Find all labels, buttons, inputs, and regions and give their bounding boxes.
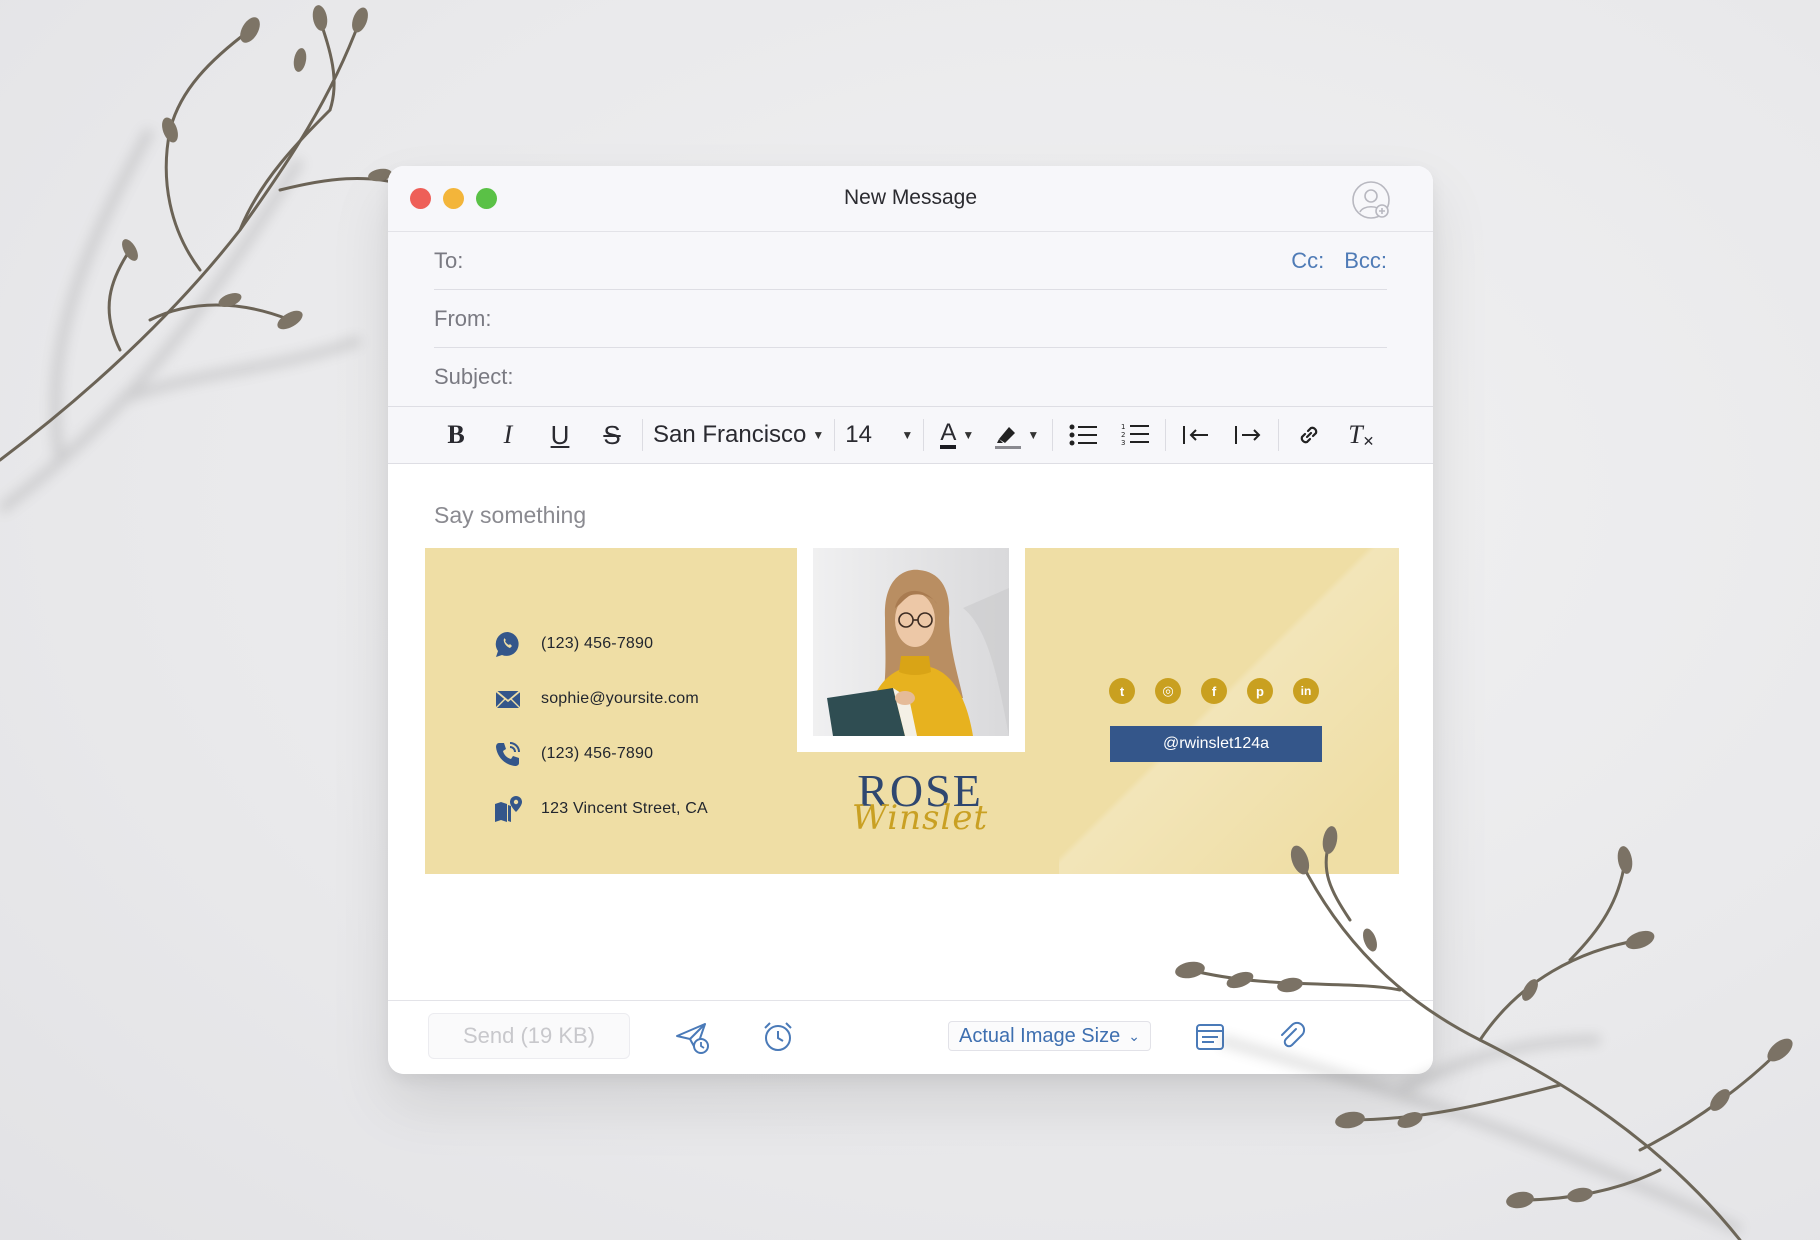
toolbar-separator (1165, 419, 1167, 451)
template-icon[interactable] (1192, 1019, 1228, 1055)
toolbar-separator (1278, 419, 1280, 451)
contact-phone: (123) 456-7890 (493, 726, 708, 781)
indent-icon[interactable] (1222, 415, 1274, 455)
contact-address: 123 Vincent Street, CA (493, 781, 708, 836)
social-handle-badge[interactable]: @rwinslet124a (1110, 726, 1322, 762)
strikethrough-icon[interactable]: S (586, 415, 638, 455)
body-placeholder: Say something (434, 502, 587, 528)
contact-text: (123) 456-7890 (541, 744, 654, 762)
svg-text:2: 2 (1121, 431, 1125, 439)
bcc-button[interactable]: Bcc: (1344, 248, 1387, 274)
signature-sheen (1059, 548, 1399, 874)
person-reading-illustration (813, 548, 1009, 736)
text-color-glyph: A (940, 421, 957, 449)
highlighter-glyph (995, 427, 1022, 449)
italic-icon[interactable]: I (482, 415, 534, 455)
mail-icon (495, 689, 521, 708)
title-bar: New Message (388, 166, 1433, 232)
signature-contacts: (123) 456-7890 sophie@yoursite.com (123)… (493, 616, 708, 836)
clear-format-glyph: T (1348, 420, 1363, 449)
svg-text:1: 1 (1121, 423, 1125, 431)
subject-label: Subject: (434, 364, 514, 389)
bold-icon[interactable]: B (430, 415, 482, 455)
last-name: Winslet (851, 798, 989, 838)
twitter-icon[interactable]: t (1109, 678, 1135, 704)
facebook-icon[interactable]: f (1201, 678, 1227, 704)
font-family-select[interactable]: San Francisco ▼ (647, 415, 830, 455)
instagram-icon[interactable]: ◎ (1155, 678, 1181, 704)
toolbar-separator (834, 419, 836, 451)
outdent-icon[interactable] (1170, 415, 1222, 455)
underline-icon[interactable]: U (534, 415, 586, 455)
toolbar-separator (642, 419, 643, 451)
message-headers: To: Cc: Bcc: From: Subject: (388, 232, 1433, 406)
attachment-icon[interactable] (1274, 1019, 1310, 1055)
bottom-action-bar: Send (19 KB) Actual Image Size ⌄ (388, 1000, 1433, 1074)
contact-whatsapp: (123) 456-7890 (493, 616, 708, 671)
whatsapp-icon (495, 631, 519, 657)
branch-shadow-left (0, 127, 362, 514)
to-label: To: (434, 247, 464, 273)
from-label: From: (434, 305, 492, 331)
subject-row[interactable]: Subject: (434, 348, 1387, 406)
profile-photo (813, 548, 1009, 736)
message-body[interactable]: Say something (123) 456-7890 sophie@your… (388, 464, 1433, 999)
reminder-clock-icon[interactable] (760, 1019, 796, 1055)
highlight-icon[interactable]: ▼ (986, 415, 1048, 455)
map-pin-icon (495, 795, 522, 822)
profile-photo-frame (797, 548, 1025, 752)
text-color-icon[interactable]: A ▼ (928, 415, 986, 455)
image-size-value: Actual Image Size (959, 1024, 1121, 1047)
email-signature: (123) 456-7890 sophie@yoursite.com (123)… (425, 548, 1399, 874)
send-button[interactable]: Send (19 KB) (428, 1013, 630, 1059)
bullet-list-icon[interactable] (1057, 415, 1109, 455)
social-links: t ◎ f p in (1109, 678, 1319, 704)
font-family-value: San Francisco (653, 421, 807, 448)
send-later-icon[interactable] (674, 1019, 710, 1055)
compose-window: New Message To: Cc: Bcc: From: Subject: … (388, 166, 1433, 1074)
signature-name: ROSE Winslet (845, 768, 995, 839)
to-row[interactable]: To: Cc: Bcc: (434, 232, 1387, 290)
phone-icon (496, 741, 520, 766)
chevron-down-icon: ▼ (812, 428, 825, 442)
chevron-down-icon: ▼ (901, 428, 914, 442)
numbered-list-icon[interactable]: 123 (1109, 415, 1161, 455)
chevron-down-icon: ⌄ (1128, 1027, 1140, 1044)
window-title: New Message (843, 186, 978, 209)
contact-email: sophie@yoursite.com (493, 671, 708, 726)
chevron-down-icon: ▼ (962, 428, 975, 442)
svg-text:3: 3 (1121, 439, 1125, 447)
font-size-select[interactable]: 14 ▼ (839, 415, 919, 455)
format-toolbar: B I U S San Francisco ▼ 14 ▼ A ▼ ▼ 1 2 3… (388, 406, 1433, 464)
contact-text: (123) 456-7890 (541, 634, 654, 652)
pinterest-icon[interactable]: p (1247, 678, 1273, 704)
font-size-value: 14 (845, 421, 872, 448)
clear-format-icon[interactable]: T ✕ (1335, 415, 1387, 455)
linkedin-icon[interactable]: in (1293, 678, 1319, 704)
toolbar-separator (1052, 419, 1054, 451)
toolbar-separator (923, 419, 925, 451)
from-row[interactable]: From: (434, 290, 1387, 348)
chevron-down-icon: ▼ (1027, 428, 1040, 442)
cc-button[interactable]: Cc: (1291, 248, 1324, 274)
contact-text: 123 Vincent Street, CA (541, 799, 708, 817)
image-size-dropdown[interactable]: Actual Image Size ⌄ (948, 1021, 1151, 1051)
link-icon[interactable] (1283, 415, 1335, 455)
contact-text: sophie@yoursite.com (541, 689, 699, 707)
add-contact-icon[interactable] (1351, 180, 1391, 220)
